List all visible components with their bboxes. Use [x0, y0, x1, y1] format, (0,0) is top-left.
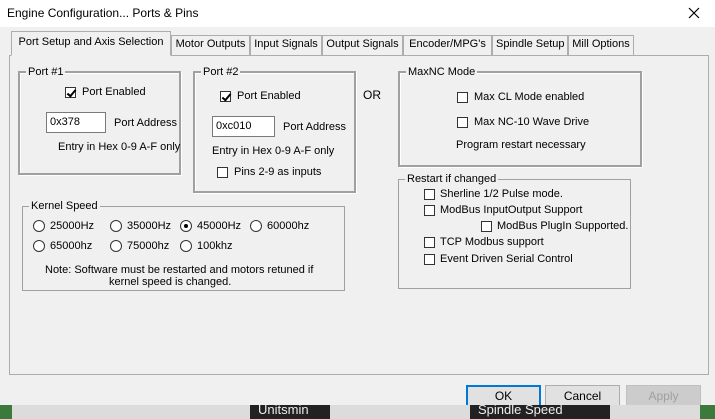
modbus-io-label: ModBus InputOutput Support [440, 204, 583, 216]
maxnc-group: MaxNC Mode Max CL Mode enabled Max NC-10… [398, 66, 642, 167]
port2-legend: Port #2 [201, 66, 241, 78]
modbus-plugin-checkbox[interactable] [481, 221, 492, 232]
tab-motor-outputs[interactable]: Motor Outputs [171, 35, 250, 55]
sherline-checkbox[interactable] [424, 189, 435, 200]
tab-output-signals[interactable]: Output Signals [322, 35, 403, 55]
title-bar: Engine Configuration... Ports & Pins [0, 0, 715, 27]
tab-encoder-mpg[interactable]: Encoder/MPG's [403, 35, 492, 55]
sherline-label: Sherline 1/2 Pulse mode. [440, 188, 563, 200]
max-cl-mode-label: Max CL Mode enabled [474, 91, 585, 103]
modbus-plugin-label: ModBus PlugIn Supported. [497, 220, 629, 232]
port1-hint: Entry in Hex 0-9 A-F only [58, 141, 181, 153]
bg-decoration [700, 405, 715, 419]
tab-port-setup[interactable]: Port Setup and Axis Selection [11, 31, 171, 56]
tab-input-signals[interactable]: Input Signals [250, 35, 322, 55]
kernel-speed-group: Kernel Speed 25000Hz 35000Hz 45000Hz 600… [22, 200, 345, 291]
port1-enabled-label: Port Enabled [82, 86, 146, 98]
engine-config-dialog: Engine Configuration... Ports & Pins Por… [0, 0, 715, 419]
background-app-strip [0, 405, 715, 419]
kernel-speed-legend: Kernel Speed [29, 200, 100, 212]
tab-label: Output Signals [326, 38, 399, 50]
port2-address-label: Port Address [283, 121, 346, 133]
maxnc-legend: MaxNC Mode [406, 66, 478, 78]
kernel-note-line2: kernel speed is changed. [109, 276, 232, 288]
tab-label: Mill Options [572, 38, 630, 50]
port1-enabled-checkbox[interactable] [65, 87, 76, 98]
port2-enabled-checkbox[interactable] [220, 91, 231, 102]
window-title: Engine Configuration... Ports & Pins [7, 6, 199, 20]
port2-hint: Entry in Hex 0-9 A-F only [212, 145, 335, 157]
kernel-option-label: 35000Hz [127, 220, 172, 232]
tcp-modbus-checkbox[interactable] [424, 237, 435, 248]
maxnc-restart-note: Program restart necessary [456, 139, 586, 151]
restart-group: Restart if changed Sherline 1/2 Pulse mo… [398, 173, 631, 289]
kernel-radio-65000[interactable] [33, 240, 45, 252]
modbus-io-checkbox[interactable] [424, 205, 435, 216]
kernel-radio-60000[interactable] [250, 220, 262, 232]
kernel-option-label: 100khz [197, 240, 233, 252]
close-button[interactable] [680, 2, 708, 24]
kernel-option-label: 65000hz [50, 240, 93, 252]
tcp-modbus-label: TCP Modbus support [440, 236, 544, 248]
port2-address-input[interactable]: 0xc010 [212, 116, 275, 137]
kernel-note-line1: Note: Software must be restarted and mot… [45, 264, 314, 276]
port1-address-label: Port Address [114, 117, 177, 129]
max-nc10-wave-label: Max NC-10 Wave Drive [474, 116, 590, 128]
tab-label: Encoder/MPG's [409, 38, 486, 50]
kernel-option-label: 60000hz [267, 220, 310, 232]
port2-enabled-label: Port Enabled [237, 90, 301, 102]
kernel-option-label: 45000Hz [197, 220, 242, 232]
bg-decoration [0, 405, 12, 419]
tab-label: Motor Outputs [175, 38, 246, 50]
kernel-radio-100k[interactable] [180, 240, 192, 252]
restart-legend: Restart if changed [405, 173, 499, 185]
kernel-radio-45000[interactable] [180, 220, 192, 232]
tab-label: Spindle Setup [496, 38, 565, 50]
kernel-radio-35000[interactable] [110, 220, 122, 232]
close-icon [688, 7, 700, 19]
kernel-option-label: 25000Hz [50, 220, 95, 232]
event-serial-checkbox[interactable] [424, 254, 435, 265]
tab-spindle-setup[interactable]: Spindle Setup [492, 35, 568, 55]
or-label: OR [363, 88, 381, 102]
tab-panel: Port #1 Port Enabled 0x378 Port Address … [9, 55, 709, 375]
event-serial-label: Event Driven Serial Control [440, 253, 573, 265]
kernel-radio-75000[interactable] [110, 240, 122, 252]
tab-label: Port Setup and Axis Selection [18, 36, 164, 48]
port1-group: Port #1 Port Enabled 0x378 Port Address … [18, 66, 181, 175]
background-partial-text: Unitsmin [258, 402, 309, 417]
tab-mill-options[interactable]: Mill Options [568, 35, 634, 55]
port1-address-input[interactable]: 0x378 [46, 112, 106, 133]
max-nc10-wave-checkbox[interactable] [457, 117, 468, 128]
port2-pins-inputs-checkbox[interactable] [217, 167, 228, 178]
background-partial-text: Spindle Speed [478, 402, 563, 417]
port2-group: Port #2 Port Enabled 0xc010 Port Address… [193, 66, 356, 193]
tab-label: Input Signals [254, 38, 318, 50]
kernel-radio-25000[interactable] [33, 220, 45, 232]
port2-pins-label: Pins 2-9 as inputs [234, 166, 322, 178]
max-cl-mode-checkbox[interactable] [457, 92, 468, 103]
kernel-option-label: 75000hz [127, 240, 170, 252]
port1-legend: Port #1 [26, 66, 66, 78]
